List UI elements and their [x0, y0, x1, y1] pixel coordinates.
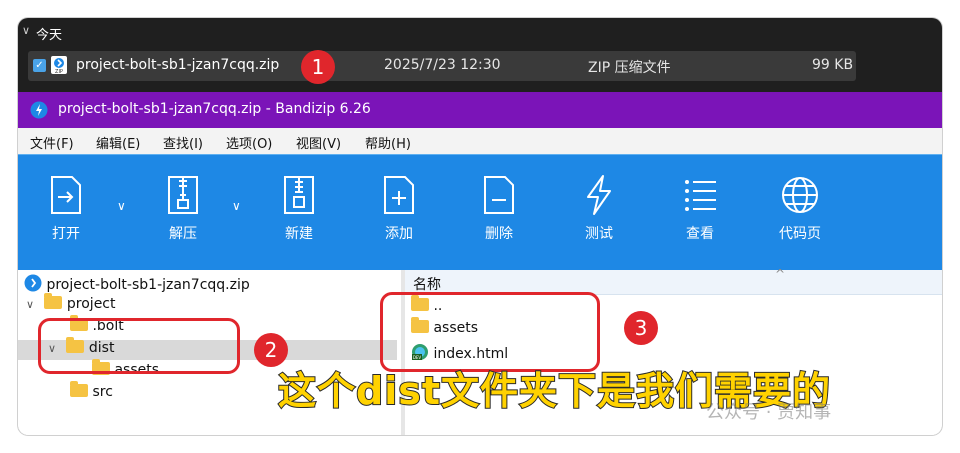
tree-root[interactable]: project-bolt-sb1-jzan7cqq.zip [24, 274, 250, 294]
extract-icon [168, 176, 198, 214]
tree-item-src[interactable]: src [70, 381, 113, 404]
zip-file-icon [24, 274, 42, 292]
tree-label-project: project [66, 296, 116, 312]
tree-label-src: src [92, 384, 113, 400]
add-button[interactable]: 添加 [364, 173, 434, 243]
open-icon [51, 176, 81, 214]
group-label: 今天 [36, 28, 63, 43]
open-dropdown-icon[interactable]: ∨ [117, 199, 126, 213]
new-label: 新建 [285, 226, 313, 242]
extract-button[interactable]: 解压 [148, 173, 218, 243]
view-list-icon [685, 180, 716, 211]
folder-icon [70, 381, 88, 397]
title-bar[interactable]: project-bolt-sb1-jzan7cqq.zip - Bandizip… [18, 92, 942, 128]
chevron-down-icon[interactable]: ∨ [22, 24, 30, 37]
new-archive-button[interactable]: 新建 [264, 173, 334, 243]
extract-dropdown-icon[interactable]: ∨ [232, 199, 241, 213]
menu-bar: 文件(F) 编辑(E) 查找(I) 选项(O) 视图(V) 帮助(H) [18, 128, 942, 154]
svg-text:ZIP: ZIP [55, 69, 63, 75]
bandizip-app-icon [30, 101, 48, 119]
annotation-marker-3: 3 [624, 311, 658, 345]
tree-item-project[interactable]: ∨ project [26, 293, 116, 316]
menu-find[interactable]: 查找(I) [163, 133, 203, 152]
explorer-group-header[interactable]: ∨ 今天 [18, 18, 942, 50]
folder-icon [44, 293, 63, 309]
column-name-label: 名称 [413, 277, 441, 293]
menu-help[interactable]: 帮助(H) [365, 133, 411, 152]
menu-view[interactable]: 视图(V) [296, 133, 341, 152]
annotation-marker-1: 1 [301, 50, 335, 84]
delete-button[interactable]: 删除 [464, 173, 534, 243]
test-label: 测试 [585, 226, 613, 242]
globe-icon [782, 177, 818, 213]
test-icon [587, 175, 611, 215]
new-archive-icon [284, 176, 314, 214]
explorer-file-row[interactable]: ✓ ZIP project-bolt-sb1-jzan7cqq.zip 2025… [28, 51, 856, 81]
add-icon [384, 176, 414, 214]
delete-icon [484, 176, 514, 214]
tree-root-label: project-bolt-sb1-jzan7cqq.zip [46, 277, 250, 293]
window-title: project-bolt-sb1-jzan7cqq.zip - Bandizip… [58, 101, 371, 117]
test-button[interactable]: 测试 [564, 173, 634, 243]
view-label: 查看 [686, 226, 714, 242]
file-size: 99 KB [812, 57, 854, 73]
toolbar: 打开 ∨ 解压 ∨ 新建 添加 删除 测试 查看 代码页 [18, 154, 942, 271]
delete-label: 删除 [485, 226, 513, 242]
chevron-down-icon[interactable]: ∨ [26, 298, 40, 311]
check-icon[interactable]: ✓ [33, 59, 46, 72]
menu-file[interactable]: 文件(F) [30, 133, 74, 152]
menu-edit[interactable]: 编辑(E) [96, 133, 140, 152]
file-modified: 2025/7/23 12:30 [384, 57, 501, 73]
add-label: 添加 [385, 226, 413, 242]
open-button[interactable]: 打开 [31, 173, 101, 243]
watermark: 公众号 · 贾知事 [706, 402, 832, 423]
codepage-button[interactable]: 代码页 [765, 173, 835, 243]
file-name[interactable]: project-bolt-sb1-jzan7cqq.zip [76, 57, 279, 73]
annotation-box-dist [38, 318, 240, 374]
extract-label: 解压 [169, 226, 197, 242]
codepage-label: 代码页 [779, 226, 821, 242]
view-button[interactable]: 查看 [665, 173, 735, 243]
file-type: ZIP 压缩文件 [588, 60, 671, 76]
menu-options[interactable]: 选项(O) [226, 133, 272, 152]
zip-file-icon: ZIP [51, 56, 67, 75]
sort-up-icon: ^ [775, 267, 786, 281]
open-label: 打开 [52, 226, 80, 242]
